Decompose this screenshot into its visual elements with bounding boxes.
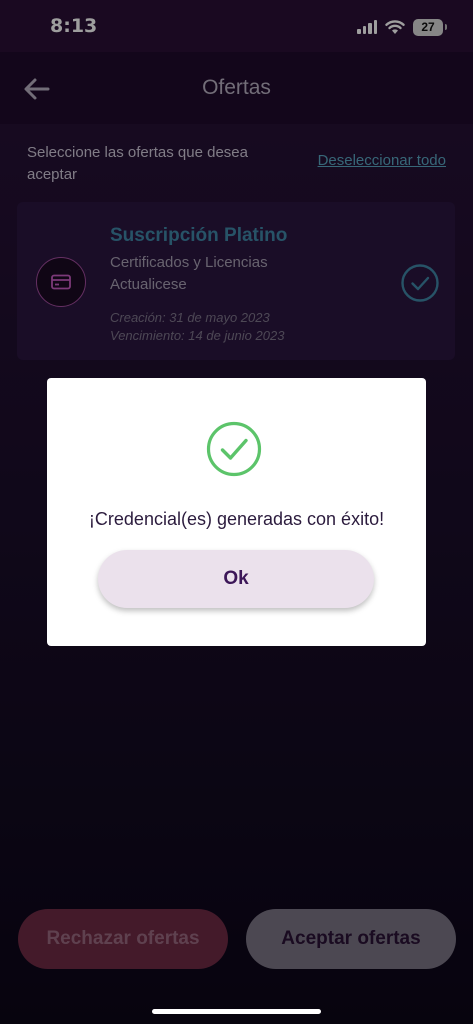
- success-dialog: ¡Credencial(es) generadas con éxito! Ok: [47, 378, 426, 646]
- dialog-message: ¡Credencial(es) generadas con éxito!: [88, 509, 385, 529]
- success-check-icon: [206, 421, 262, 477]
- home-indicator[interactable]: [152, 1009, 321, 1014]
- ok-button[interactable]: Ok: [98, 550, 374, 608]
